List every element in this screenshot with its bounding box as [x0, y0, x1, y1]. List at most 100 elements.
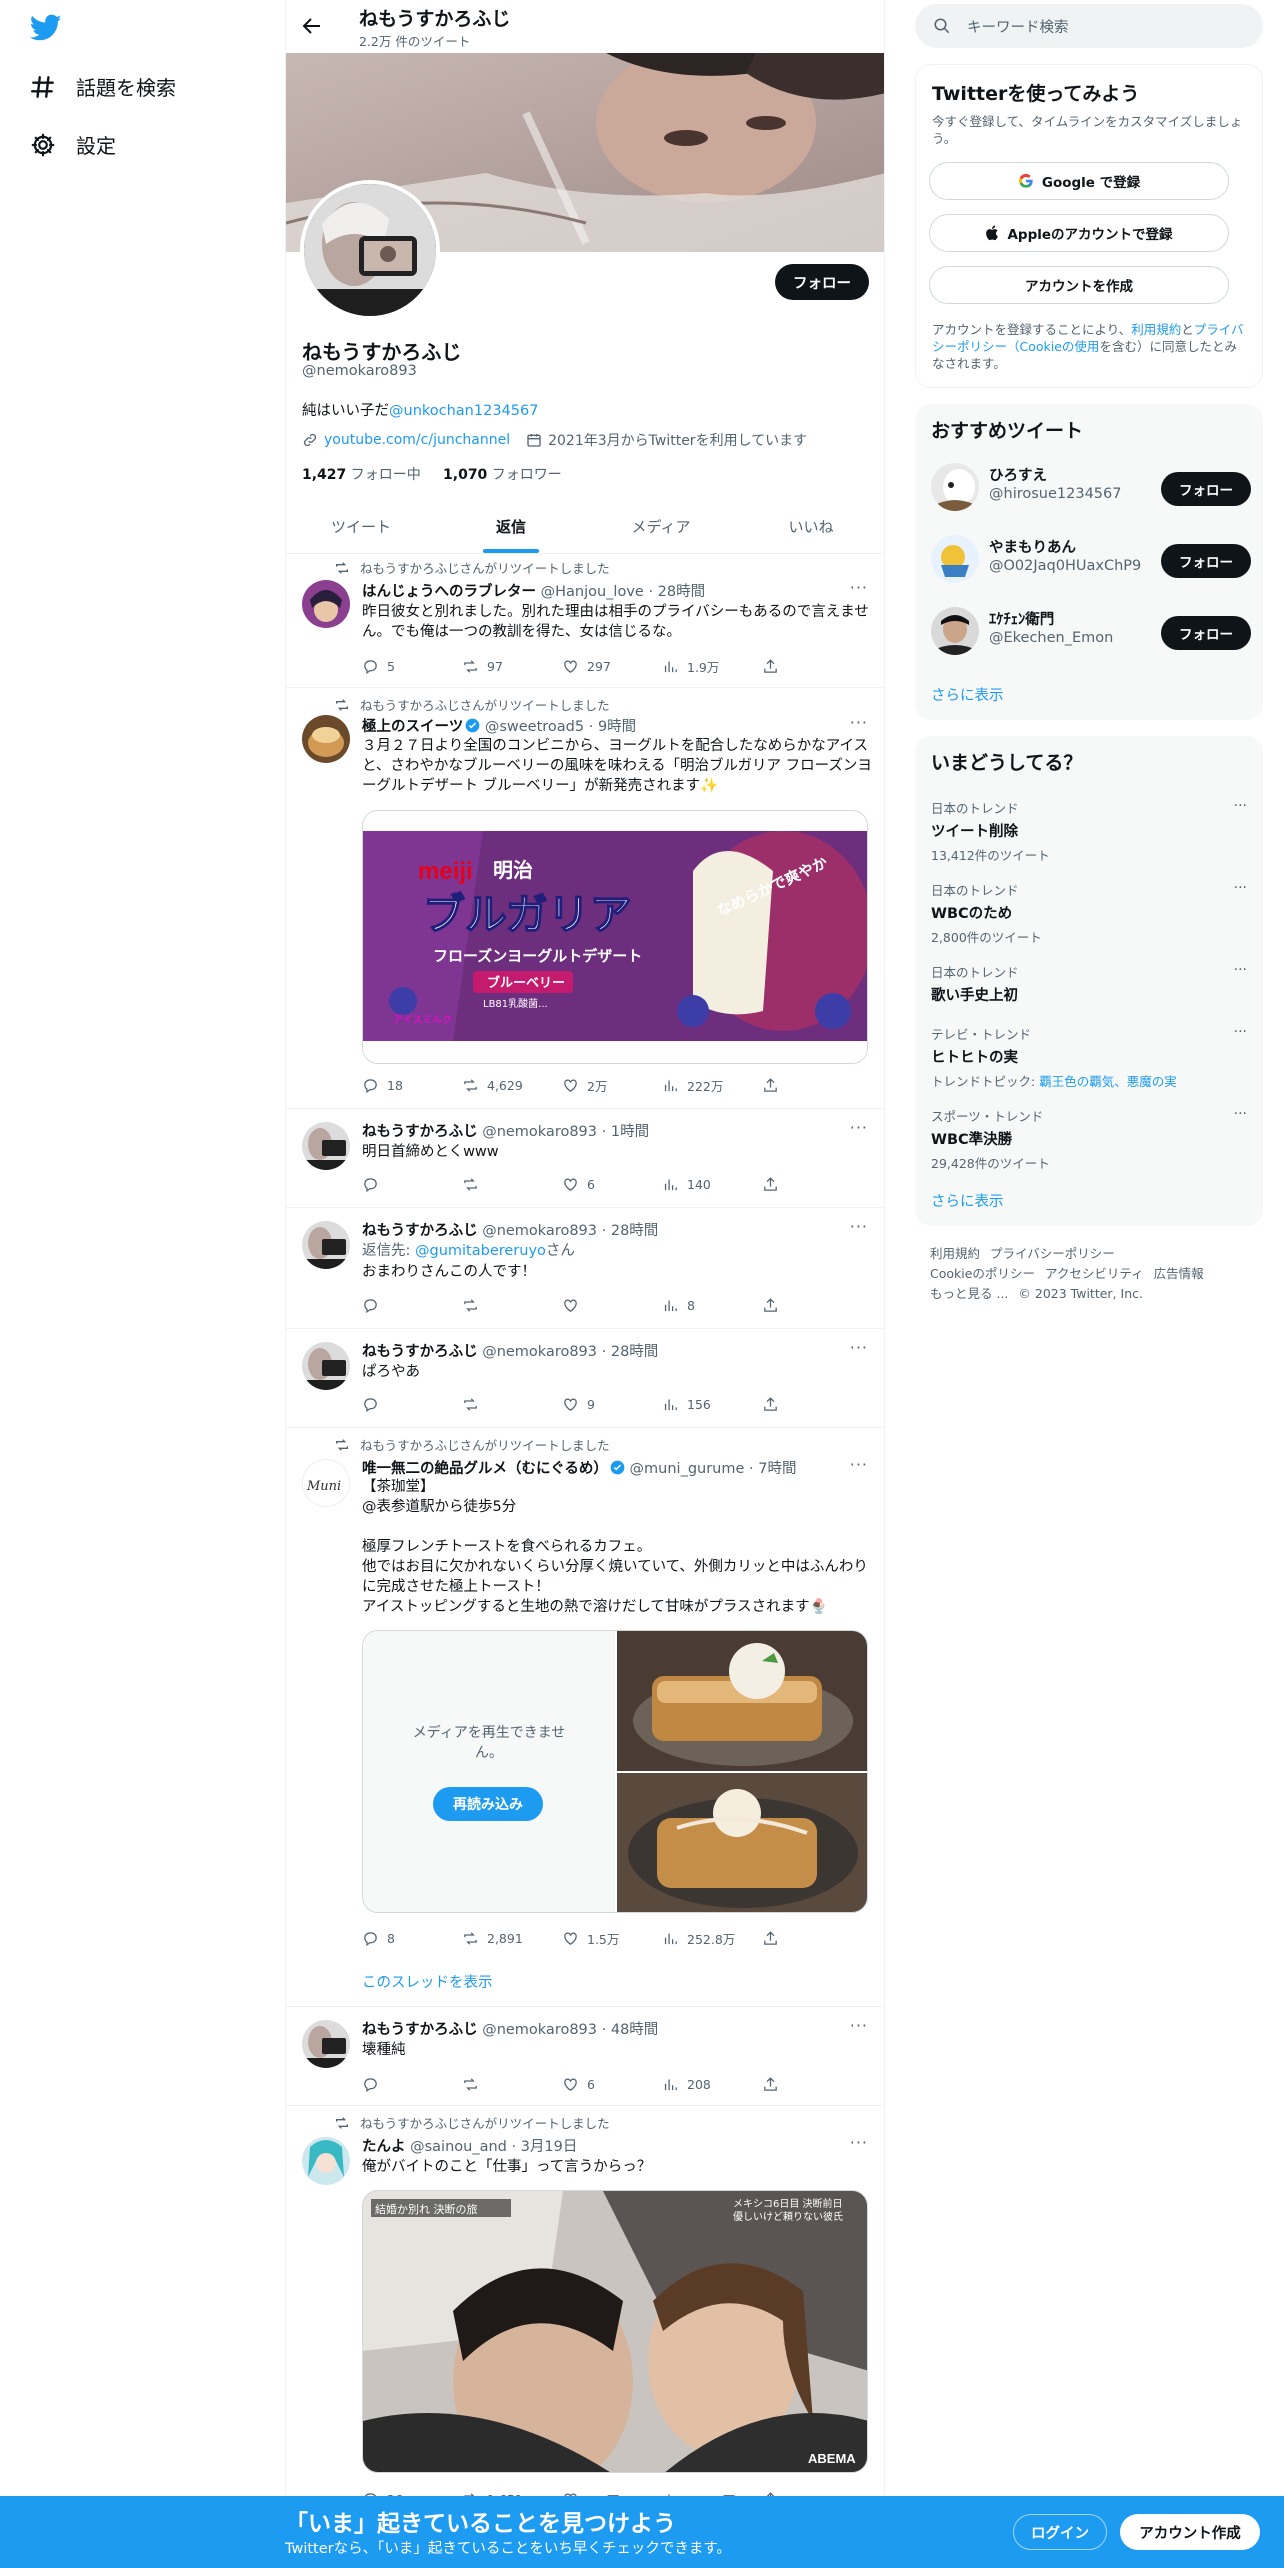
like-button[interactable]: 2万 — [562, 1075, 662, 1095]
footer-accessibility-link[interactable]: アクセシビリティ — [1045, 1266, 1144, 1281]
show-more-link[interactable]: さらに表示 — [931, 684, 1004, 705]
avatar[interactable] — [931, 463, 979, 511]
tweet[interactable]: ねもうすかろふじさんがリツイートしました 極上のスイーツ @sweetroad5… — [286, 689, 884, 1109]
tweet-author-handle[interactable]: @nemokaro893 — [482, 2022, 597, 2038]
tweet-author-handle[interactable]: @muni_gurume — [630, 1461, 745, 1477]
tab-media[interactable]: メディア — [586, 500, 736, 553]
tweet[interactable]: ねもうすかろふじ @nemokaro893 · 28時間 ··· 返信先: @g… — [286, 1209, 884, 1329]
google-signup-button[interactable]: Google で登録 — [929, 162, 1229, 200]
avatar[interactable] — [302, 2137, 350, 2185]
like-button[interactable]: 297 — [562, 656, 662, 676]
more-icon[interactable]: ··· — [850, 1217, 868, 1236]
search-input[interactable]: キーワード検索 — [915, 4, 1263, 48]
trend-item[interactable]: 日本のトレンド WBCのため 2,800件のツイート ··· — [931, 880, 1251, 946]
recommended-user[interactable]: やまもりあん @O02Jaq0HUaxChP9 フォロー — [931, 532, 1251, 588]
views-button[interactable]: 156 — [662, 1394, 762, 1414]
share-button[interactable] — [762, 1394, 782, 1414]
back-arrow-icon[interactable] — [300, 14, 324, 38]
tweet-author-name[interactable]: たんよ — [362, 2139, 406, 2155]
avatar[interactable] — [302, 715, 350, 763]
trend-topics-links[interactable]: 覇王色の覇気、悪魔の実 — [1039, 1074, 1177, 1089]
tweet-author-name[interactable]: ねもうすかろふじ — [362, 1223, 478, 1239]
reply-button[interactable] — [362, 1394, 462, 1414]
tweet-author-name[interactable]: ねもうすかろふじ — [362, 1344, 478, 1360]
views-button[interactable]: 208 — [662, 2074, 762, 2094]
trend-item[interactable]: 日本のトレンド 歌い手史上初 ··· — [931, 962, 1251, 1005]
avatar[interactable] — [302, 1122, 350, 1170]
nav-explore[interactable]: 話題を検索 — [30, 72, 176, 101]
tweet[interactable]: ねもうすかろふじ @nemokaro893 · 1時間 ··· 明日首締めとくw… — [286, 1110, 884, 1208]
share-button[interactable] — [762, 1075, 782, 1095]
tweet-time[interactable]: 3月19日 — [521, 2139, 578, 2155]
share-button[interactable] — [762, 1928, 782, 1948]
retweet-button[interactable]: 2,891 — [462, 1928, 562, 1948]
more-icon[interactable]: ··· — [850, 578, 868, 597]
tweet-author-name[interactable]: 極上のスイーツ — [362, 719, 463, 735]
retweet-button[interactable]: 97 — [462, 656, 562, 676]
retweet-button[interactable]: 4,629 — [462, 1075, 562, 1095]
tweet-time[interactable]: 28時間 — [611, 1344, 658, 1360]
more-icon[interactable]: ··· — [1234, 1024, 1247, 1040]
tweet-time[interactable]: 9時間 — [598, 719, 636, 735]
avatar[interactable] — [302, 2020, 350, 2068]
reply-button[interactable]: 8 — [362, 1928, 462, 1948]
share-button[interactable] — [762, 2074, 782, 2094]
more-icon[interactable]: ··· — [1234, 880, 1247, 896]
recommended-user[interactable]: ｴｹﾁｪﾝ衛門 @Ekechen_Emon フォロー — [931, 604, 1251, 660]
trend-item[interactable]: スポーツ・トレンド WBC準決勝 29,428件のツイート ··· — [931, 1106, 1251, 1172]
tweet-author-name[interactable]: ねもうすかろふじ — [362, 2022, 478, 2038]
tweet-author-name[interactable]: はんじょうへのラブレター — [362, 584, 536, 600]
apple-signup-button[interactable]: Appleのアカウントで登録 — [929, 214, 1229, 252]
trend-item[interactable]: テレビ・トレンド ヒトヒトの実 トレンドトピック: 覇王色の覇気、悪魔の実 ··… — [931, 1024, 1251, 1090]
reply-button[interactable] — [362, 2074, 462, 2094]
followers-link[interactable]: 1,070 フォロワー — [443, 467, 562, 483]
tab-replies[interactable]: 返信 — [436, 500, 586, 553]
more-icon[interactable]: ··· — [850, 1455, 868, 1474]
more-icon[interactable]: ··· — [1234, 798, 1247, 814]
more-icon[interactable]: ··· — [850, 2133, 868, 2152]
like-button[interactable]: 6 — [562, 2074, 662, 2094]
tweet-time[interactable]: 1時間 — [611, 1124, 649, 1140]
show-thread-link[interactable]: このスレッドを表示 — [362, 1971, 493, 1992]
views-button[interactable]: 8 — [662, 1295, 762, 1315]
tweet-author-handle[interactable]: @sweetroad5 — [485, 719, 584, 735]
follow-button[interactable]: フォロー — [1161, 544, 1251, 578]
tweet-author-name[interactable]: 唯一無二の絶品グルメ（むにぐるめ） — [362, 1461, 608, 1477]
tweet-author-handle[interactable]: @sainou_and — [410, 2139, 507, 2155]
tweet-time[interactable]: 28時間 — [658, 584, 705, 600]
share-button[interactable] — [762, 1295, 782, 1315]
trends-show-more-link[interactable]: さらに表示 — [931, 1190, 1004, 1211]
reply-button[interactable]: 18 — [362, 1075, 462, 1095]
views-button[interactable]: 252.8万 — [662, 1928, 762, 1948]
tweet-image[interactable]: meiji 明治 ブルガリア フローズンヨーグルトデザート ブルーベリー LB8… — [362, 810, 868, 1064]
bio-mention-link[interactable]: @unkochan1234567 — [389, 403, 538, 419]
footer-cookie-link[interactable]: Cookieのポリシー — [930, 1266, 1035, 1281]
reply-button[interactable] — [362, 1174, 462, 1194]
reply-button[interactable] — [362, 1295, 462, 1315]
tweet-author-handle[interactable]: @Hanjou_love — [541, 584, 644, 600]
tweet-time[interactable]: 48時間 — [611, 2022, 658, 2038]
share-button[interactable] — [762, 1174, 782, 1194]
avatar[interactable] — [302, 1342, 350, 1390]
follow-button[interactable]: フォロー — [1161, 472, 1251, 506]
footer-terms-link[interactable]: 利用規約 — [930, 1246, 980, 1261]
more-icon[interactable]: ··· — [1234, 962, 1247, 978]
profile-link[interactable]: youtube.com/c/junchannel — [324, 432, 510, 448]
more-icon[interactable]: ··· — [850, 2016, 868, 2035]
tweet[interactable]: ねもうすかろふじさんがリツイートしました Muni 唯一無二の絶品グルメ（むにぐ… — [286, 1429, 884, 2007]
views-button[interactable]: 1.9万 — [662, 656, 762, 676]
profile-follow-button[interactable]: フォロー — [775, 264, 869, 300]
twitter-logo-icon[interactable] — [30, 14, 62, 42]
like-button[interactable]: 1.5万 — [562, 1928, 662, 1948]
following-link[interactable]: 1,427 フォロー中 — [302, 467, 421, 483]
tweet-time[interactable]: 7時間 — [758, 1461, 796, 1477]
signup-button[interactable]: アカウント作成 — [1120, 2514, 1260, 2550]
tweet-author-handle[interactable]: @nemokaro893 — [482, 1223, 597, 1239]
views-button[interactable]: 140 — [662, 1174, 762, 1194]
reload-button[interactable]: 再読み込み — [433, 1787, 543, 1821]
more-icon[interactable]: ··· — [1234, 1106, 1247, 1122]
avatar[interactable] — [931, 607, 979, 655]
footer-more-link[interactable]: もっと見る ... — [930, 1286, 1008, 1301]
tweet-author-handle[interactable]: @nemokaro893 — [482, 1124, 597, 1140]
tweet[interactable]: ねもうすかろふじさんがリツイートしました たんよ @sainou_and · 3… — [286, 2107, 884, 2547]
